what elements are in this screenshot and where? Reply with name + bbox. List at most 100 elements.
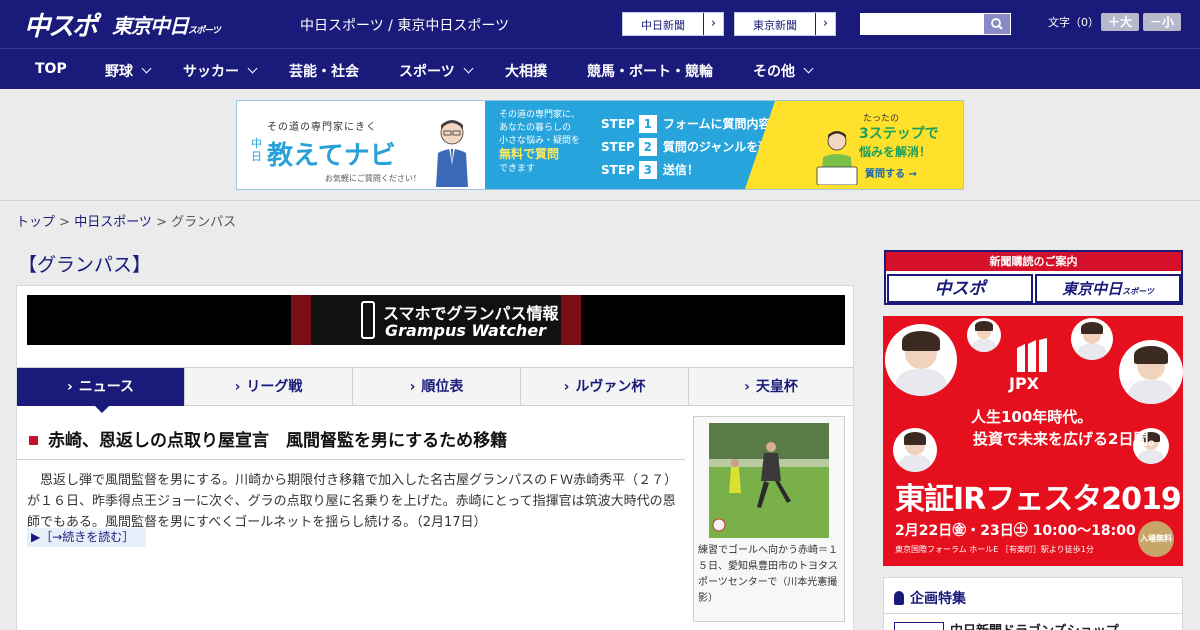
chevron-right-icon: ›	[703, 13, 723, 35]
ad-cta[interactable]: 質問する →	[865, 165, 917, 180]
ad-copy-line: その道の専門家に、	[499, 110, 580, 120]
tokyo-chunichi-logo-suffix: スポーツ	[188, 26, 221, 36]
article-photo[interactable]	[709, 423, 829, 538]
nav-item-label: TOP	[35, 61, 67, 77]
nav-item-label: 芸能・社会	[289, 64, 359, 80]
subscribe-tokyo-chunichi-button[interactable]: 東京中日スポーツ	[1035, 274, 1181, 303]
jpx-event-title: 東証IRフェスタ2019	[895, 482, 1182, 517]
jpx-name: JPX	[1009, 374, 1040, 393]
chevron-down-icon	[463, 63, 474, 74]
main-nav: TOP 野球 サッカー 芸能・社会 スポーツ 大相撲 競馬・ボート・競輪 その他	[0, 48, 1200, 89]
nav-item-label: その他	[753, 64, 795, 80]
grampus-watcher-banner[interactable]: スマホでグランパス情報 Grampus Watcher	[27, 295, 845, 345]
feature-heading-text: 企画特集	[910, 591, 966, 607]
jpx-person-photo	[885, 324, 957, 396]
nav-item-baseball[interactable]: 野球	[105, 61, 152, 81]
ad-right-line2: 3ステップで	[859, 126, 939, 142]
chevron-right-icon: ›	[744, 379, 750, 395]
ribbon-icon	[894, 591, 904, 605]
jpx-free-badge: 入場無料	[1138, 521, 1174, 557]
nav-item-sumo[interactable]: 大相撲	[505, 61, 547, 81]
tab-label: ルヴァン杯	[575, 379, 646, 395]
jpx-person-photo	[1071, 318, 1113, 360]
jpx-ir-festa-ad[interactable]: JPX 人生100年時代。 投資で未来を広げる2日間。 東証IRフェスタ2019…	[883, 316, 1183, 566]
search-button[interactable]	[983, 13, 1011, 35]
section-tabs: › ニュース › リーグ戦 › 順位表 › ルヴァン杯 › 天皇杯	[17, 367, 853, 413]
chevron-down-icon	[803, 63, 814, 74]
article-title[interactable]: 赤崎、恩返しの点取り屋宣言 風間督監を男にするため移籍	[29, 426, 507, 451]
chuspo-logo[interactable]: 中スポ	[24, 6, 98, 43]
ad-step-label: STEP	[601, 140, 635, 154]
tab-standings[interactable]: › 順位表	[353, 368, 521, 406]
ad-steps-area: その道の専門家に、 あなたの暮らしの 小さな悩み・疑問を 無料で質問 できます …	[485, 101, 806, 189]
breadcrumb-separator: >	[151, 215, 172, 230]
oshiete-navi-ad[interactable]: その道の専門家にきく 中日 教えてナビ お気軽にご質問ください！ その道の専門家…	[236, 100, 964, 190]
nav-item-label: サッカー	[183, 64, 239, 80]
nav-item-soccer[interactable]: サッカー	[183, 61, 258, 81]
tokyo-chunichi-logo[interactable]: 東京中日スポーツ	[112, 10, 221, 39]
ad-wedge	[745, 101, 775, 189]
ad-right-line3: 悩みを解消！	[859, 145, 932, 159]
subscribe-tokyo-chunichi-suffix: スポーツ	[1122, 287, 1154, 296]
feature-item-link[interactable]: 中日新聞ドラゴンズショップ	[950, 620, 1119, 630]
tab-league[interactable]: › リーグ戦	[185, 368, 353, 406]
ad-footnote: お気軽にご質問ください！	[325, 174, 421, 183]
ad-cta-area: たったの 3ステップで 悩みを解消！ 質問する →	[745, 101, 963, 189]
feature-thumbnail[interactable]	[894, 622, 944, 630]
article-body: 恩返し弾で風間監督を男にする。川崎から期限付き移籍で加入した名古屋グランパスのＦ…	[27, 473, 678, 530]
ad-brand-prefix: 中日	[251, 137, 262, 163]
chunichi-shimbun-link[interactable]: 中日新聞 ›	[622, 12, 724, 36]
feature-heading: 企画特集	[894, 588, 966, 608]
ad-brand-area: その道の専門家にきく 中日 教えてナビ お気軽にご質問ください！	[237, 101, 485, 189]
font-smaller-button[interactable]: －小	[1143, 13, 1181, 31]
read-more-link[interactable]: ▶［→続きを読む］	[27, 528, 147, 547]
tab-levain-cup[interactable]: › ルヴァン杯	[521, 368, 689, 406]
font-size-label: 文字（0）	[1048, 16, 1099, 29]
subscribe-chuspo-button[interactable]: 中スポ	[887, 274, 1033, 303]
tokyo-chunichi-logo-text: 東京中日	[112, 14, 189, 38]
breadcrumb-home-link[interactable]: トップ	[16, 215, 55, 230]
jpx-event-venue: 東京国際フォーラム ホールE ［有楽町］駅より徒歩1分	[895, 545, 1094, 554]
article-bullet-icon	[29, 436, 38, 445]
person-laptop-illustration	[816, 131, 858, 185]
jpx-line2: 投資で未来を広げる2日間。	[973, 430, 1164, 448]
breadcrumb-section-link[interactable]: 中日スポーツ	[74, 215, 152, 230]
nav-item-label: 大相撲	[505, 64, 547, 80]
ad-step-number: 2	[638, 138, 657, 156]
feature-box: 企画特集 中日新聞ドラゴンズショップ	[883, 577, 1183, 630]
nav-item-other[interactable]: その他	[753, 61, 814, 81]
soccer-practice-image	[709, 423, 829, 538]
search-icon	[991, 18, 1003, 30]
site-title[interactable]: 中日スポーツ / 東京中日スポーツ	[300, 15, 509, 35]
ad-step-3: STEP 3 送信！	[601, 161, 699, 179]
feature-divider	[884, 613, 1182, 614]
subscription-heading: 新聞購読のご案内	[886, 252, 1181, 271]
nav-item-top[interactable]: TOP	[35, 61, 67, 77]
tab-news[interactable]: › ニュース	[17, 368, 185, 413]
ad-copy-highlight: 無料で質問	[499, 147, 560, 161]
jpx-logo-icon	[1017, 338, 1047, 372]
ad-brand: 教えてナビ	[267, 141, 396, 171]
tab-label: リーグ戦	[246, 379, 303, 395]
search-input[interactable]	[860, 13, 984, 35]
tokyo-shimbun-link[interactable]: 東京新聞 ›	[734, 12, 836, 36]
font-bigger-button[interactable]: ＋大	[1101, 13, 1139, 31]
jpx-event-date: 2月22日㊎・23日㊏ 10:00～18:00	[895, 523, 1136, 539]
ad-step-text: 送信！	[662, 163, 699, 177]
article-photo-box: 練習でゴールへ向かう赤崎＝１５日、愛知県豊田市のトヨタスポーツセンターで（川本光…	[693, 416, 845, 622]
ad-copy-line: あなたの暮らしの	[499, 123, 572, 133]
article-title-text: 赤崎、恩返しの点取り屋宣言 風間督監を男にするため移籍	[48, 431, 508, 451]
chevron-right-icon: ›	[66, 379, 73, 395]
nav-item-racing[interactable]: 競馬・ボート・競輪	[587, 61, 713, 81]
page-title: 【グランパス】	[18, 254, 152, 276]
tab-label: 天皇杯	[755, 379, 798, 395]
breadcrumb: トップ > 中日スポーツ > グランパス	[16, 211, 236, 230]
tab-emperors-cup[interactable]: › 天皇杯	[689, 368, 853, 406]
chevron-down-icon	[141, 63, 152, 74]
tab-label: 順位表	[421, 379, 464, 395]
nav-item-entertainment[interactable]: 芸能・社会	[289, 61, 359, 81]
nav-item-sports[interactable]: スポーツ	[399, 61, 474, 81]
subscribe-tokyo-chunichi-label: 東京中日	[1062, 280, 1123, 298]
ad-step-label: STEP	[601, 117, 635, 131]
chevron-right-icon: ›	[234, 379, 241, 395]
